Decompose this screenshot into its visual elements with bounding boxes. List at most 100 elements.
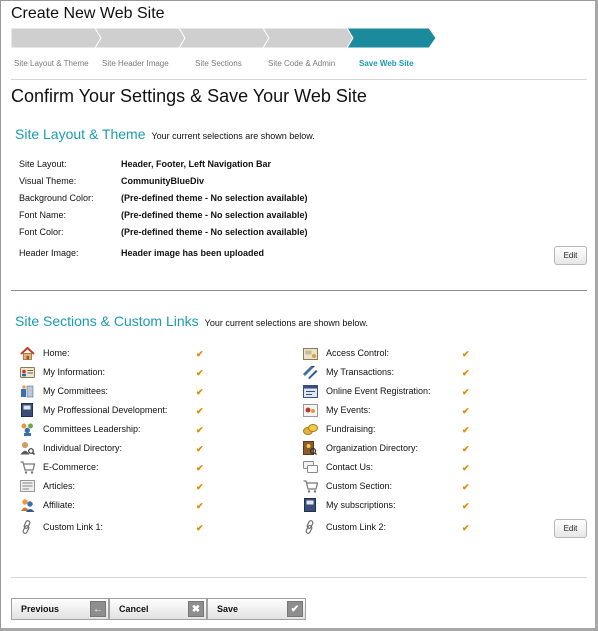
book-icon (302, 498, 318, 512)
check-icon: ✔ (462, 444, 470, 454)
divider (11, 577, 587, 578)
setting-value: Header, Footer, Left Navigation Bar (121, 159, 272, 169)
wizard-step-2-shape (94, 28, 186, 48)
check-icon: ✔ (462, 501, 470, 511)
setting-key: Font Name: (19, 210, 67, 220)
sections-section-note: Your current selections are shown below. (204, 318, 368, 328)
id-card-icon (19, 365, 35, 379)
check-icon: ✔ (196, 482, 204, 492)
link-icon (19, 520, 35, 534)
cart-icon (19, 460, 35, 474)
setting-key: Visual Theme: (19, 176, 77, 186)
check-icon: ✔ (196, 444, 204, 454)
close-icon: ✖ (188, 601, 204, 617)
section-label: My Committees: (43, 386, 109, 396)
wizard-step-label: Site Header Image (102, 59, 169, 68)
section-divider (11, 290, 587, 291)
section-label: Organization Directory: (326, 443, 419, 453)
check-icon: ✔ (462, 482, 470, 492)
previous-button-label: Previous (21, 604, 60, 614)
section-label: Affiliate: (43, 500, 75, 510)
wizard-step-label: Site Sections (195, 59, 242, 68)
check-icon: ✔ (462, 523, 470, 533)
setting-row-font-color: Font Color: (Pre-defined theme - No selec… (19, 227, 308, 237)
registration-icon (302, 384, 318, 398)
check-icon: ✔ (196, 425, 204, 435)
save-button[interactable]: Save ✔ (207, 598, 306, 620)
check-icon: ✔ (196, 387, 204, 397)
book-icon (19, 403, 35, 417)
check-icon: ✔ (462, 387, 470, 397)
layout-section-note: Your current selections are shown below. (151, 131, 315, 141)
save-button-label: Save (217, 604, 239, 614)
group-icon (19, 422, 35, 436)
section-label: Custom Section: (326, 481, 393, 491)
section-label: Custom Link 2: (326, 522, 387, 532)
setting-value: (Pre-defined theme - No selection availa… (121, 193, 308, 203)
wizard-step-label-active: Save Web Site (359, 59, 414, 68)
setting-row-header-image: Header Image: Header image has been uploa… (19, 248, 264, 258)
access-control-icon (302, 346, 318, 360)
edit-layout-button[interactable]: Edit (554, 246, 587, 265)
setting-row-visual-theme: Visual Theme: CommunityBlueDiv (19, 176, 204, 186)
document-icon (19, 479, 35, 493)
check-icon: ✔ (196, 463, 204, 473)
check-icon: ✔ (196, 349, 204, 359)
setting-value: (Pre-defined theme - No selection availa… (121, 210, 308, 220)
setting-row-site-layout: Site Layout: Header, Footer, Left Navigat… (19, 159, 271, 169)
section-label: E-Commerce: (43, 462, 99, 472)
setting-value: Header image has been uploaded (121, 248, 265, 258)
setting-key: Font Color: (19, 227, 64, 237)
cancel-button-label: Cancel (119, 604, 149, 614)
section-label: Individual Directory: (43, 443, 123, 453)
link-icon (302, 520, 318, 534)
transactions-icon (302, 365, 318, 379)
section-label: My Events: (326, 405, 371, 415)
section-label: Online Event Registration: (326, 386, 431, 396)
section-label: Contact Us: (326, 462, 374, 472)
person-search-icon (19, 441, 35, 455)
section-label: Access Control: (326, 348, 390, 358)
page-title: Create New Web Site (11, 5, 165, 22)
section-label: Articles: (43, 481, 76, 491)
check-icon: ✔ (462, 463, 470, 473)
wizard-step-4-shape (262, 28, 354, 48)
wizard-step-label: Site Code & Admin (268, 59, 336, 68)
events-icon (302, 403, 318, 417)
check-icon: ✔ (196, 368, 204, 378)
organization-icon (302, 441, 318, 455)
coins-icon (302, 422, 318, 436)
setting-value: (Pre-defined theme - No selection availa… (121, 227, 308, 237)
check-icon: ✔ (196, 406, 204, 416)
setting-key: Background Color: (19, 193, 94, 203)
wizard-step-label: Site Layout & Theme (14, 59, 89, 68)
check-icon: ✔ (462, 349, 470, 359)
check-icon: ✔ (462, 368, 470, 378)
checkmark-icon: ✔ (287, 601, 303, 617)
section-label: Committees Leadership: (43, 424, 141, 434)
home-icon (19, 346, 35, 360)
setting-key: Site Layout: (19, 159, 67, 169)
section-label: Custom Link 1: (43, 522, 104, 532)
check-icon: ✔ (462, 425, 470, 435)
layout-section-title: Site Layout & Theme Your current selectio… (15, 126, 315, 142)
previous-button[interactable]: Previous ← (11, 598, 109, 620)
sections-section-title: Site Sections & Custom Links Your current… (15, 313, 368, 329)
people-icon (19, 498, 35, 512)
check-icon: ✔ (462, 406, 470, 416)
confirm-heading: Confirm Your Settings & Save Your Web Si… (11, 86, 367, 106)
section-label: My Proffessional Development: (43, 405, 168, 415)
check-icon: ✔ (196, 523, 204, 533)
edit-sections-button[interactable]: Edit (554, 519, 587, 538)
section-label: Fundraising: (326, 424, 376, 434)
layout-section-title-text: Site Layout & Theme (15, 126, 146, 142)
wizard-progress (11, 28, 436, 48)
section-label: My subscriptions: (326, 500, 396, 510)
wizard-step-3-shape (178, 28, 270, 48)
arrow-left-icon: ← (90, 601, 106, 617)
setting-value: CommunityBlueDiv (121, 176, 205, 186)
setting-row-background-color: Background Color: (Pre-defined theme - No… (19, 193, 308, 203)
section-label: My Transactions: (326, 367, 395, 377)
cancel-button[interactable]: Cancel ✖ (109, 598, 207, 620)
section-label: My Information: (43, 367, 106, 377)
